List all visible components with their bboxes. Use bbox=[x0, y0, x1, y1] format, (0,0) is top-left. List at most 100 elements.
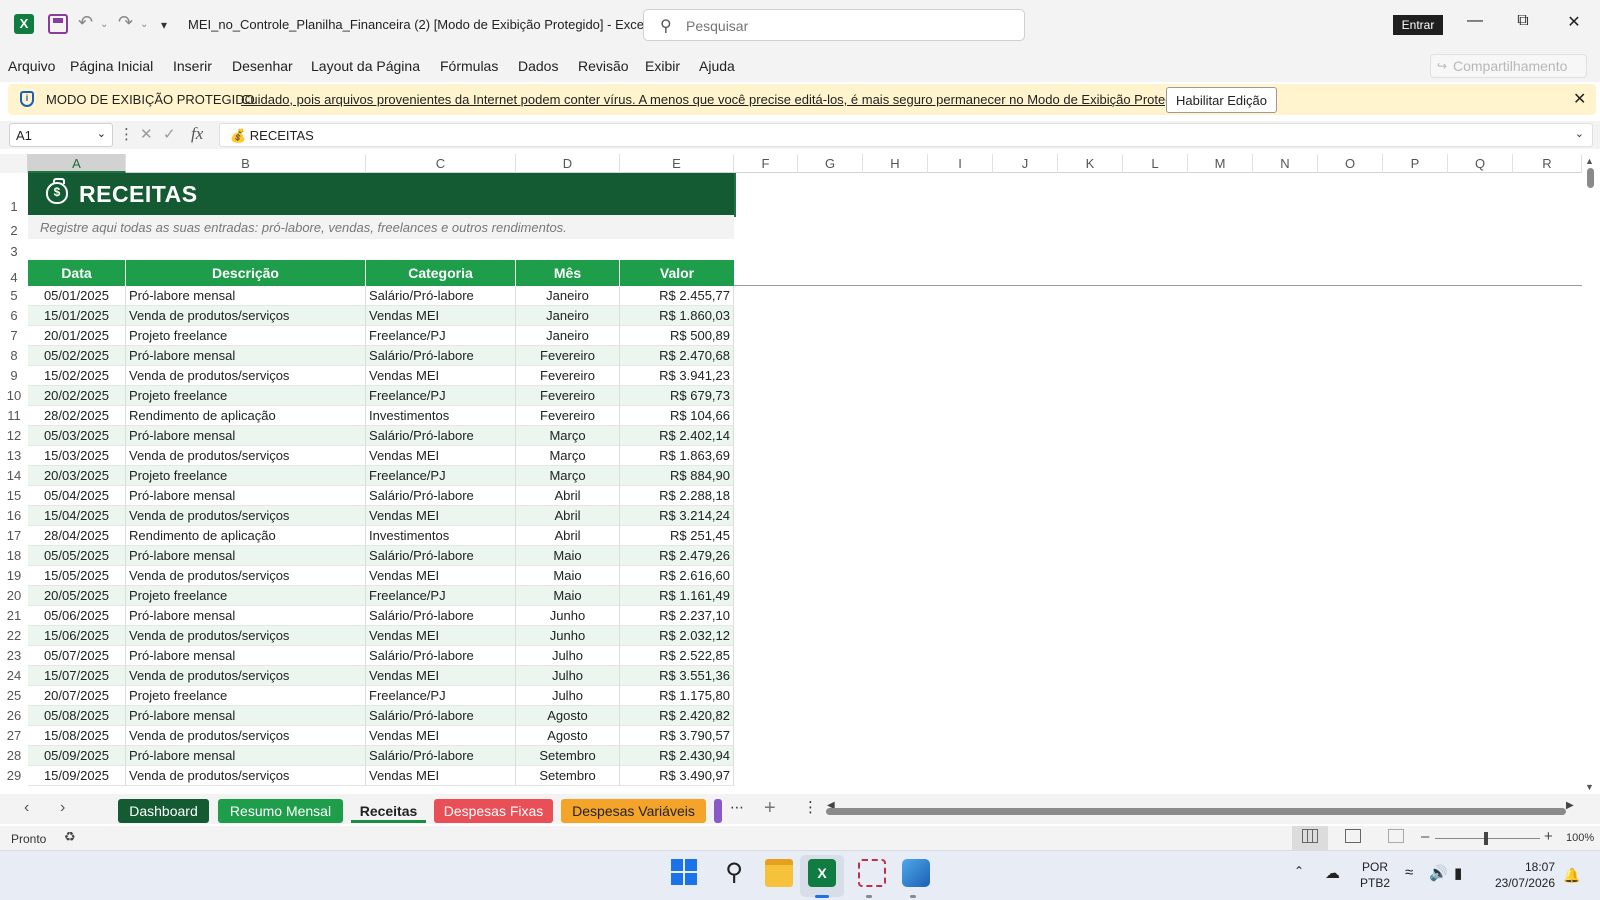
cell-categoria[interactable]: Vendas MEI bbox=[366, 306, 516, 326]
cell-valor[interactable]: R$ 2.402,14 bbox=[620, 426, 734, 446]
row-header[interactable]: 22 bbox=[0, 626, 28, 646]
search-box[interactable]: ⚲ bbox=[643, 9, 1025, 41]
column-header-n[interactable]: N bbox=[1253, 154, 1318, 173]
restore-icon[interactable]: ⧉ bbox=[1508, 12, 1538, 30]
next-sheet-icon[interactable]: › bbox=[60, 799, 65, 817]
cell-valor[interactable]: R$ 2.430,94 bbox=[620, 746, 734, 766]
row-header[interactable]: 24 bbox=[0, 666, 28, 686]
row-header[interactable]: 25 bbox=[0, 686, 28, 706]
cell-mes[interactable]: Janeiro bbox=[516, 306, 620, 326]
cell-mes[interactable]: Janeiro bbox=[516, 286, 620, 306]
header-descricao[interactable]: Descrição bbox=[126, 260, 366, 286]
cell-data[interactable]: 05/05/2025 bbox=[28, 546, 126, 566]
cell-categoria[interactable]: Vendas MEI bbox=[366, 766, 516, 786]
cell-descricao[interactable]: Pró-labore mensal bbox=[126, 346, 366, 366]
menu-formulas[interactable]: Fórmulas bbox=[440, 58, 498, 74]
row-header[interactable]: 15 bbox=[0, 486, 28, 506]
cell-valor[interactable]: R$ 1.161,49 bbox=[620, 586, 734, 606]
row-header[interactable]: 26 bbox=[0, 706, 28, 726]
cell-categoria[interactable]: Vendas MEI bbox=[366, 726, 516, 746]
cell-valor[interactable]: R$ 3.490,97 bbox=[620, 766, 734, 786]
cell-categoria[interactable]: Freelance/PJ bbox=[366, 326, 516, 346]
enable-editing-button[interactable]: Habilitar Edição bbox=[1166, 87, 1277, 113]
row-header[interactable]: 19 bbox=[0, 566, 28, 586]
cell-mes[interactable]: Setembro bbox=[516, 766, 620, 786]
menu-pagina-inicial[interactable]: Página Inicial bbox=[70, 58, 153, 74]
cell-valor[interactable]: R$ 3.551,36 bbox=[620, 666, 734, 686]
cell-descricao[interactable]: Projeto freelance bbox=[126, 586, 366, 606]
zoom-out-icon[interactable]: – bbox=[1421, 828, 1429, 845]
tab-despesas-variaveis[interactable]: Despesas Variáveis bbox=[561, 799, 706, 823]
sign-in-button[interactable]: Entrar bbox=[1393, 15, 1443, 35]
undo-icon[interactable]: ↶ bbox=[78, 12, 93, 33]
row-header[interactable]: 4 bbox=[0, 270, 28, 286]
header-valor[interactable]: Valor bbox=[620, 260, 734, 286]
cell-categoria[interactable]: Salário/Pró-labore bbox=[366, 606, 516, 626]
menu-revisao[interactable]: Revisão bbox=[578, 58, 629, 74]
share-button[interactable]: Compartilhamento bbox=[1430, 54, 1587, 78]
cell-data[interactable]: 20/02/2025 bbox=[28, 386, 126, 406]
tab-despesas-fixas[interactable]: Despesas Fixas bbox=[434, 799, 553, 823]
cell-descricao[interactable]: Venda de produtos/serviços bbox=[126, 506, 366, 526]
accessibility-icon[interactable]: ♻ bbox=[64, 829, 76, 845]
tab-resumo-mensal[interactable]: Resumo Mensal bbox=[218, 799, 343, 823]
header-categoria[interactable]: Categoria bbox=[366, 260, 516, 286]
tab-hidden-overflow[interactable] bbox=[714, 799, 722, 823]
cell-descricao[interactable]: Pró-labore mensal bbox=[126, 606, 366, 626]
minimize-icon[interactable]: — bbox=[1460, 12, 1490, 30]
expand-formula-icon[interactable]: ⌄ bbox=[1575, 127, 1584, 140]
cell-valor[interactable]: R$ 1.175,80 bbox=[620, 686, 734, 706]
cell-valor[interactable]: R$ 2.288,18 bbox=[620, 486, 734, 506]
cell-descricao[interactable]: Pró-labore mensal bbox=[126, 486, 366, 506]
cell-data[interactable]: 15/01/2025 bbox=[28, 306, 126, 326]
column-header-f[interactable]: F bbox=[734, 154, 798, 173]
column-header-c[interactable]: C bbox=[366, 154, 516, 173]
row-header[interactable]: 17 bbox=[0, 526, 28, 546]
zoom-level[interactable]: 100% bbox=[1566, 832, 1594, 844]
cell-categoria[interactable]: Salário/Pró-labore bbox=[366, 746, 516, 766]
cell-valor[interactable]: R$ 2.032,12 bbox=[620, 626, 734, 646]
volume-icon[interactable]: 🔊 bbox=[1429, 864, 1448, 882]
cell-valor[interactable]: R$ 3.941,23 bbox=[620, 366, 734, 386]
cell-mes[interactable]: Junho bbox=[516, 606, 620, 626]
cell-data[interactable]: 20/07/2025 bbox=[28, 686, 126, 706]
cell-descricao[interactable]: Venda de produtos/serviços bbox=[126, 306, 366, 326]
undo-dropdown-icon[interactable]: ⌄ bbox=[100, 19, 108, 30]
column-header-o[interactable]: O bbox=[1318, 154, 1383, 173]
cell-data[interactable]: 15/06/2025 bbox=[28, 626, 126, 646]
cell-descricao[interactable]: Rendimento de aplicação bbox=[126, 526, 366, 546]
search-input[interactable] bbox=[686, 16, 1006, 36]
tab-dashboard[interactable]: Dashboard bbox=[118, 799, 209, 823]
redo-icon[interactable]: ↷ bbox=[118, 12, 133, 33]
cell-descricao[interactable]: Pró-labore mensal bbox=[126, 286, 366, 306]
menu-layout-da-pagina[interactable]: Layout da Página bbox=[311, 58, 420, 74]
windows-start-icon[interactable] bbox=[671, 859, 699, 887]
cell-categoria[interactable]: Vendas MEI bbox=[366, 366, 516, 386]
cell-categoria[interactable]: Investimentos bbox=[366, 406, 516, 426]
excel-taskbar-icon[interactable]: X bbox=[808, 859, 836, 887]
cell-valor[interactable]: R$ 3.790,57 bbox=[620, 726, 734, 746]
menu-exibir[interactable]: Exibir bbox=[645, 58, 680, 74]
cell-descricao[interactable]: Rendimento de aplicação bbox=[126, 406, 366, 426]
cell-descricao[interactable]: Venda de produtos/serviços bbox=[126, 626, 366, 646]
row-header[interactable]: 2 bbox=[0, 223, 28, 239]
cell-data[interactable]: 28/04/2025 bbox=[28, 526, 126, 546]
cell-data[interactable]: 20/03/2025 bbox=[28, 466, 126, 486]
cell-data[interactable]: 15/04/2025 bbox=[28, 506, 126, 526]
add-sheet-icon[interactable]: + bbox=[764, 797, 776, 820]
menu-ajuda[interactable]: Ajuda bbox=[699, 58, 735, 74]
column-header-m[interactable]: M bbox=[1188, 154, 1253, 173]
row-header[interactable]: 28 bbox=[0, 746, 28, 766]
name-box[interactable]: A1 ⌄ bbox=[9, 123, 113, 147]
cell-data[interactable]: 15/09/2025 bbox=[28, 766, 126, 786]
banner-message-link[interactable]: Cuidado, pois arquivos provenientes da I… bbox=[241, 92, 1193, 107]
cell-categoria[interactable]: Freelance/PJ bbox=[366, 386, 516, 406]
header-data[interactable]: Data bbox=[28, 260, 126, 286]
column-header-d[interactable]: D bbox=[516, 154, 620, 173]
cell-data[interactable]: 28/02/2025 bbox=[28, 406, 126, 426]
cell-mes[interactable]: Junho bbox=[516, 626, 620, 646]
cell-mes[interactable]: Maio bbox=[516, 546, 620, 566]
cell-descricao[interactable]: Venda de produtos/serviços bbox=[126, 446, 366, 466]
column-header-g[interactable]: G bbox=[798, 154, 863, 173]
row-header[interactable]: 27 bbox=[0, 726, 28, 746]
